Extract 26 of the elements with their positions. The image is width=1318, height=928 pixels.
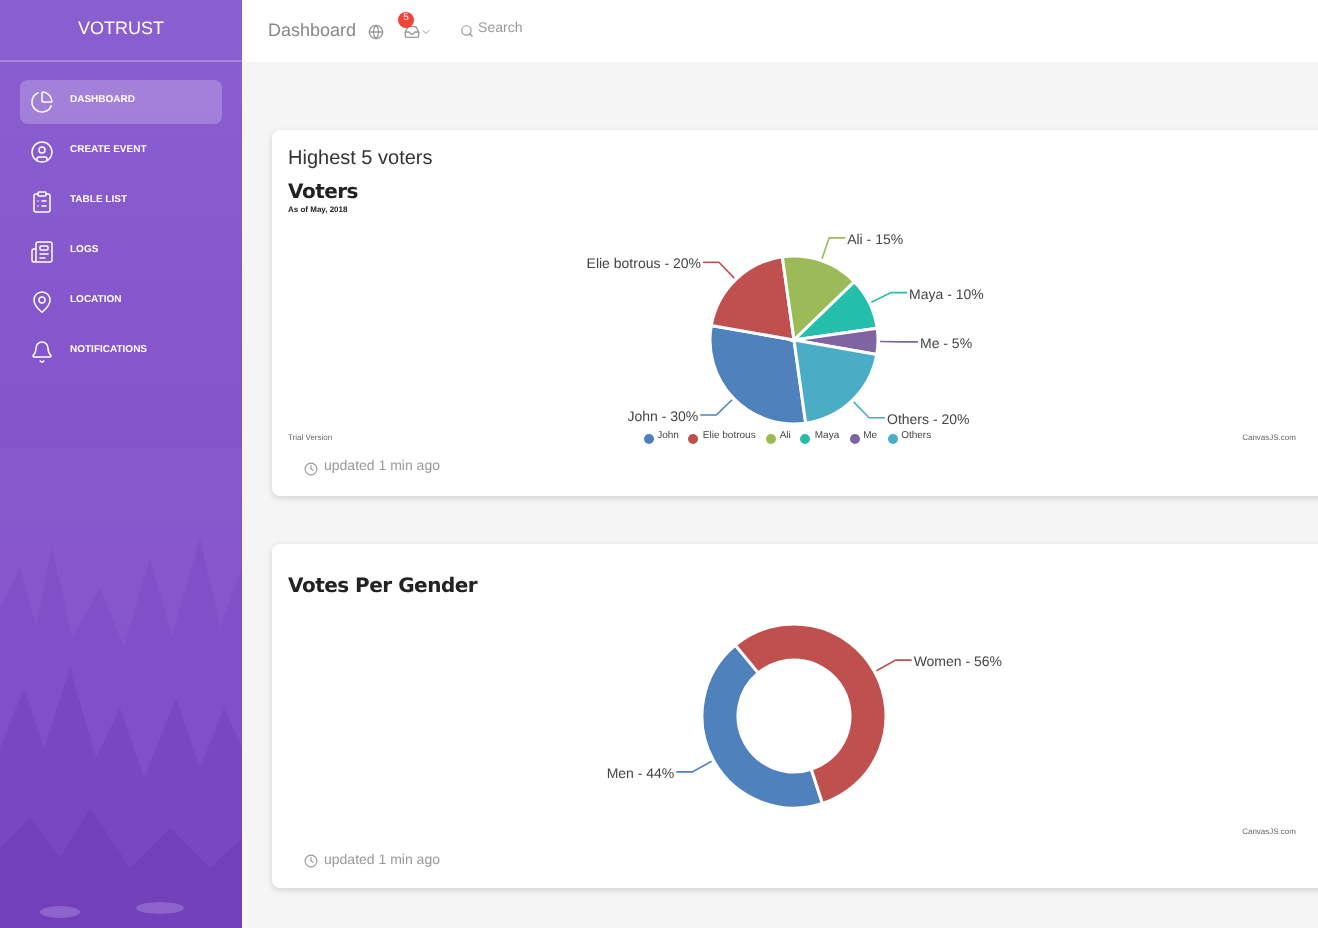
notifications-button[interactable] [404,23,433,39]
pie-chart-icon [30,90,54,114]
globe-icon[interactable] [368,23,385,39]
bell-icon [30,340,54,364]
leader-line [699,398,733,416]
leader-line [675,759,713,772]
inbox-icon [404,23,421,39]
clipboard-icon [30,190,54,214]
user-circle-icon [30,140,54,164]
clock-icon [304,854,318,869]
page-title: Dashboard [268,17,357,44]
card-heading: Highest 5 voters [288,146,435,174]
leader-line [870,291,908,304]
document-icon [30,240,54,264]
leader-line [879,340,919,343]
search-icon [460,24,475,38]
chart-title: Votes Per Gender [288,575,480,599]
caret-icon [420,25,433,37]
leader-line [852,401,886,419]
leader-line [821,237,846,260]
leader-line [875,658,913,671]
clock-icon [304,461,318,476]
chart-title: Voters [288,182,361,206]
brand-title: VOTRUST [77,16,164,43]
map-pin-icon [30,290,54,314]
leader-line [702,261,736,279]
